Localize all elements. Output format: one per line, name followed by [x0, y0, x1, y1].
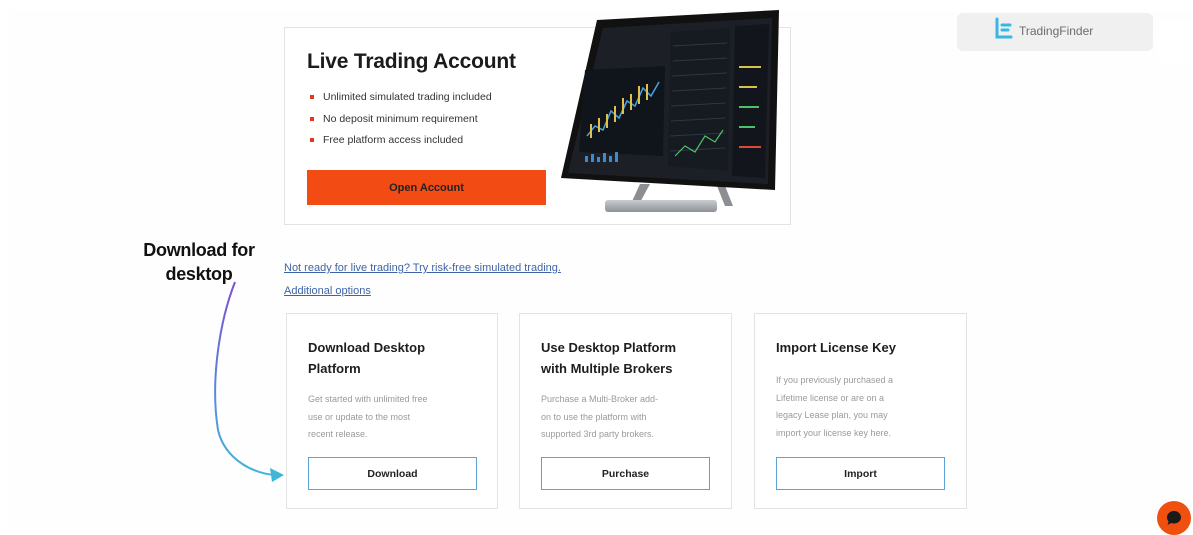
feature-list: Unlimited simulated trading included No … — [307, 90, 492, 155]
watermark-side — [1158, 21, 1193, 63]
import-license-title: Import License Key — [776, 340, 896, 355]
download-button[interactable]: Download — [308, 457, 477, 490]
multi-broker-title: Use Desktop Platform with Multiple Broke… — [541, 340, 677, 376]
tradingfinder-logo-icon — [995, 17, 1013, 39]
import-license-description: If you previously purchased a Lifetime l… — [776, 375, 894, 438]
open-account-button[interactable]: Open Account — [307, 170, 546, 205]
import-license-card: Import License Key If you previously pur… — [754, 313, 967, 509]
chat-bubble-icon — [1167, 511, 1181, 525]
feature-item: No deposit minimum requirement — [307, 112, 492, 134]
download-annotation: Download for desktop — [143, 240, 255, 284]
additional-options-link[interactable]: Additional options — [284, 285, 371, 297]
bullet-square-icon — [310, 95, 314, 99]
download-desktop-title: Download Desktop Platform — [308, 340, 426, 376]
multi-broker-card: Use Desktop Platform with Multiple Broke… — [519, 313, 732, 509]
desktop-monitor-image — [561, 10, 779, 212]
simulated-trading-link[interactable]: Not ready for live trading? Try risk-fre… — [284, 262, 561, 274]
download-desktop-description: Get started with unlimited free use or u… — [308, 394, 428, 440]
multi-broker-description: Purchase a Multi-Broker add- on to use t… — [541, 394, 659, 440]
bullet-square-icon — [310, 116, 314, 121]
import-button[interactable]: Import — [776, 457, 945, 490]
bullet-square-icon — [310, 138, 314, 142]
download-desktop-card: Download Desktop Platform Get started wi… — [286, 313, 498, 509]
annotation-arrow-icon — [214, 281, 284, 482]
purchase-button[interactable]: Purchase — [541, 457, 710, 490]
chat-button[interactable] — [1157, 501, 1191, 535]
feature-item: Free platform access included — [307, 133, 492, 155]
watermark-text: TradingFinder — [1019, 24, 1094, 38]
live-account-title: Live Trading Account — [307, 50, 516, 73]
feature-item: Unlimited simulated trading included — [307, 90, 492, 112]
